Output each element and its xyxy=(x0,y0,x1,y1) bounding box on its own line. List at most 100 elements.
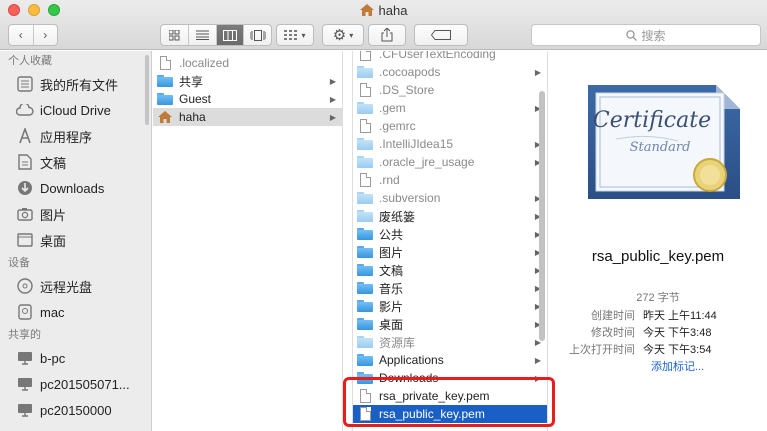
document-icon xyxy=(357,83,373,97)
folder-icon xyxy=(357,227,373,241)
certificate-title: Certificate xyxy=(593,108,711,133)
folder-row[interactable]: 文稿 ▶ xyxy=(353,261,547,279)
folder-row[interactable]: .IntelliJIdea15 ▶ xyxy=(353,135,547,153)
search-placeholder: 搜索 xyxy=(641,28,666,43)
view-mode-control xyxy=(160,24,272,46)
document-icon xyxy=(157,56,173,70)
list-view-button[interactable] xyxy=(189,25,217,45)
tags-button[interactable] xyxy=(414,24,468,46)
folder-icon xyxy=(357,101,373,115)
folder-row[interactable]: Guest ▶ xyxy=(153,90,342,108)
item-name: .oracle_jre_usage xyxy=(379,155,475,169)
home-icon xyxy=(359,4,374,16)
folder-row[interactable]: haha ▶ xyxy=(153,108,342,126)
column-users: .localized 共享 ▶ Guest ▶ haha ▶ xyxy=(153,51,343,431)
search-field[interactable]: 搜索 xyxy=(531,24,761,46)
back-button[interactable]: ‹ xyxy=(9,25,34,45)
downloads-icon xyxy=(16,179,34,197)
folder-row[interactable]: 废纸篓 ▶ xyxy=(353,207,547,225)
sidebar-item-icloud-drive[interactable]: iCloud Drive xyxy=(0,97,151,123)
column-divider[interactable] xyxy=(343,51,353,431)
disclosure-arrow-icon: ▶ xyxy=(329,76,336,86)
item-name: 文稿 xyxy=(379,263,404,278)
add-tags-link[interactable]: 添加标记... xyxy=(651,358,704,374)
sidebar-item-applications[interactable]: 应用程序 xyxy=(0,123,151,149)
tag-icon xyxy=(431,30,451,40)
folder-row[interactable]: .cocoapods ▶ xyxy=(353,63,547,81)
file-row[interactable]: .rnd xyxy=(353,171,547,189)
search-icon xyxy=(626,29,638,41)
action-button[interactable]: ⚙ ▾ xyxy=(322,24,364,46)
share-button[interactable] xyxy=(368,24,406,46)
sidebar-item-label: 图片 xyxy=(40,207,67,223)
folder-row[interactable]: 桌面 ▶ xyxy=(353,315,547,333)
gallery-view-button[interactable] xyxy=(244,25,271,45)
folder-icon xyxy=(357,191,373,205)
folder-row[interactable]: 共享 ▶ xyxy=(153,72,342,90)
document-icon xyxy=(357,119,373,133)
file-row[interactable]: .localized xyxy=(153,54,342,72)
folder-row[interactable]: 影片 ▶ xyxy=(353,297,547,315)
cover-flow-icon xyxy=(249,29,266,41)
icon-view-button[interactable] xyxy=(161,25,189,45)
sidebar-item-documents[interactable]: 文稿 xyxy=(0,149,151,175)
file-row[interactable]: .CFUserTextEncoding xyxy=(353,51,547,63)
arrange-button[interactable]: ▾ xyxy=(276,24,314,46)
folder-row[interactable]: 图片 ▶ xyxy=(353,243,547,261)
sidebar-item-pc20150000[interactable]: pc20150000 xyxy=(0,397,151,423)
sidebar-item-pictures[interactable]: 图片 xyxy=(0,201,151,227)
sidebar-item-b-pc[interactable]: b-pc xyxy=(0,345,151,371)
folder-row[interactable]: Applications ▶ xyxy=(353,351,547,369)
sidebar-item-mac[interactable]: mac xyxy=(0,299,151,325)
column-home: .CFUserTextEncoding .cocoapods ▶ .DS_Store.… xyxy=(353,51,548,431)
folder-icon xyxy=(357,353,373,367)
disclosure-arrow-icon: ▶ xyxy=(329,94,336,104)
annotation-highlight-box xyxy=(343,377,555,427)
sidebar-item-all-files[interactable]: 我的所有文件 xyxy=(0,71,151,97)
all-files-icon xyxy=(16,75,34,93)
folder-icon xyxy=(157,92,173,106)
item-name: .rnd xyxy=(379,173,400,187)
applications-icon xyxy=(16,127,34,145)
folder-row[interactable]: .gem ▶ xyxy=(353,99,547,117)
desktop-icon xyxy=(16,231,34,249)
item-name: 音乐 xyxy=(379,281,404,296)
chevron-left-icon: ‹ xyxy=(18,28,23,42)
meta-value: 今天 下午3:54 xyxy=(643,344,712,356)
meta-key: 修改时间 xyxy=(591,327,635,339)
preview-file-name: rsa_public_key.pem xyxy=(591,248,725,265)
sidebar-item-label: 文稿 xyxy=(40,155,67,171)
sidebar-item-desktop[interactable]: 桌面 xyxy=(0,227,151,253)
disc-icon xyxy=(16,277,34,295)
chevron-down-icon: ▾ xyxy=(301,30,306,40)
sidebar-item-downloads[interactable]: Downloads xyxy=(0,175,151,201)
toolbar: haha ‹ › ▾ ⚙ ▾ 搜索 xyxy=(0,0,767,50)
certificate-icon: Certificate Standard xyxy=(588,85,740,199)
folder-icon xyxy=(357,335,373,349)
item-name: haha xyxy=(179,110,206,124)
folder-row[interactable]: 音乐 ▶ xyxy=(353,279,547,297)
sidebar-item-pc201505071[interactable]: pc201505071... xyxy=(0,371,151,397)
item-name: .DS_Store xyxy=(379,83,435,97)
column-scrollbar[interactable] xyxy=(539,91,545,341)
item-name: 桌面 xyxy=(379,317,404,332)
file-row[interactable]: .gemrc xyxy=(353,117,547,135)
folder-row[interactable]: 公共 ▶ xyxy=(353,225,547,243)
folder-row[interactable]: .subversion ▶ xyxy=(353,189,547,207)
chevron-down-icon: ▾ xyxy=(349,30,354,40)
gear-icon: ⚙ xyxy=(332,26,347,44)
window-title: haha xyxy=(0,3,767,18)
column-view-button[interactable] xyxy=(216,25,245,45)
item-name: .IntelliJIdea15 xyxy=(379,137,454,151)
file-row[interactable]: .DS_Store xyxy=(353,81,547,99)
item-name: .CFUserTextEncoding xyxy=(379,51,496,61)
share-icon xyxy=(381,28,393,42)
sidebar-item-label: Downloads xyxy=(40,180,105,196)
folder-row[interactable]: 资源库 ▶ xyxy=(353,333,547,351)
sidebar-item-label: 应用程序 xyxy=(40,129,93,145)
forward-button[interactable]: › xyxy=(34,25,58,45)
folder-row[interactable]: .oracle_jre_usage ▶ xyxy=(353,153,547,171)
sidebar-item-label: pc20150000 xyxy=(40,402,112,418)
sidebar-item-remote-disc[interactable]: 远程光盘 xyxy=(0,273,151,299)
sidebar-scrollbar[interactable] xyxy=(145,55,149,125)
